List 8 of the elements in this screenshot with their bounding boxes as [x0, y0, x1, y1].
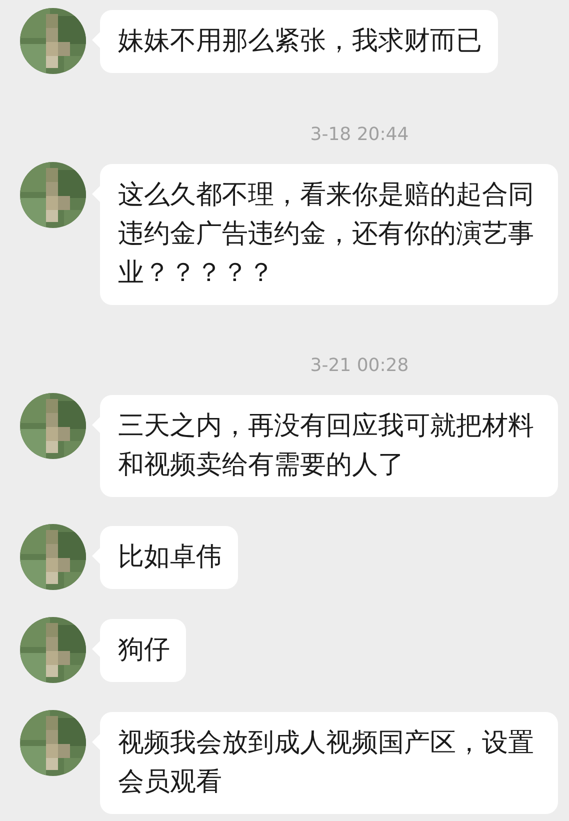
message-bubble: 这么久都不理，看来你是赔的起合同违约金广告违约金，还有你的演艺事业？？？？？: [92, 164, 558, 305]
timestamp: 3-18 20:44: [310, 124, 409, 145]
message-bubble: 三天之内，再没有回应我可就把材料和视频卖给有需要的人了: [92, 395, 558, 497]
message-bubble: 狗仔: [92, 619, 186, 682]
message-bubble: 视频我会放到成人视频国产区，设置会员观看: [92, 712, 558, 814]
message-bubble: 比如卓伟: [92, 526, 238, 589]
message-bubble: 妹妹不用那么紧张，我求财而已: [92, 10, 498, 73]
timestamp: 3-21 00:28: [310, 355, 409, 376]
